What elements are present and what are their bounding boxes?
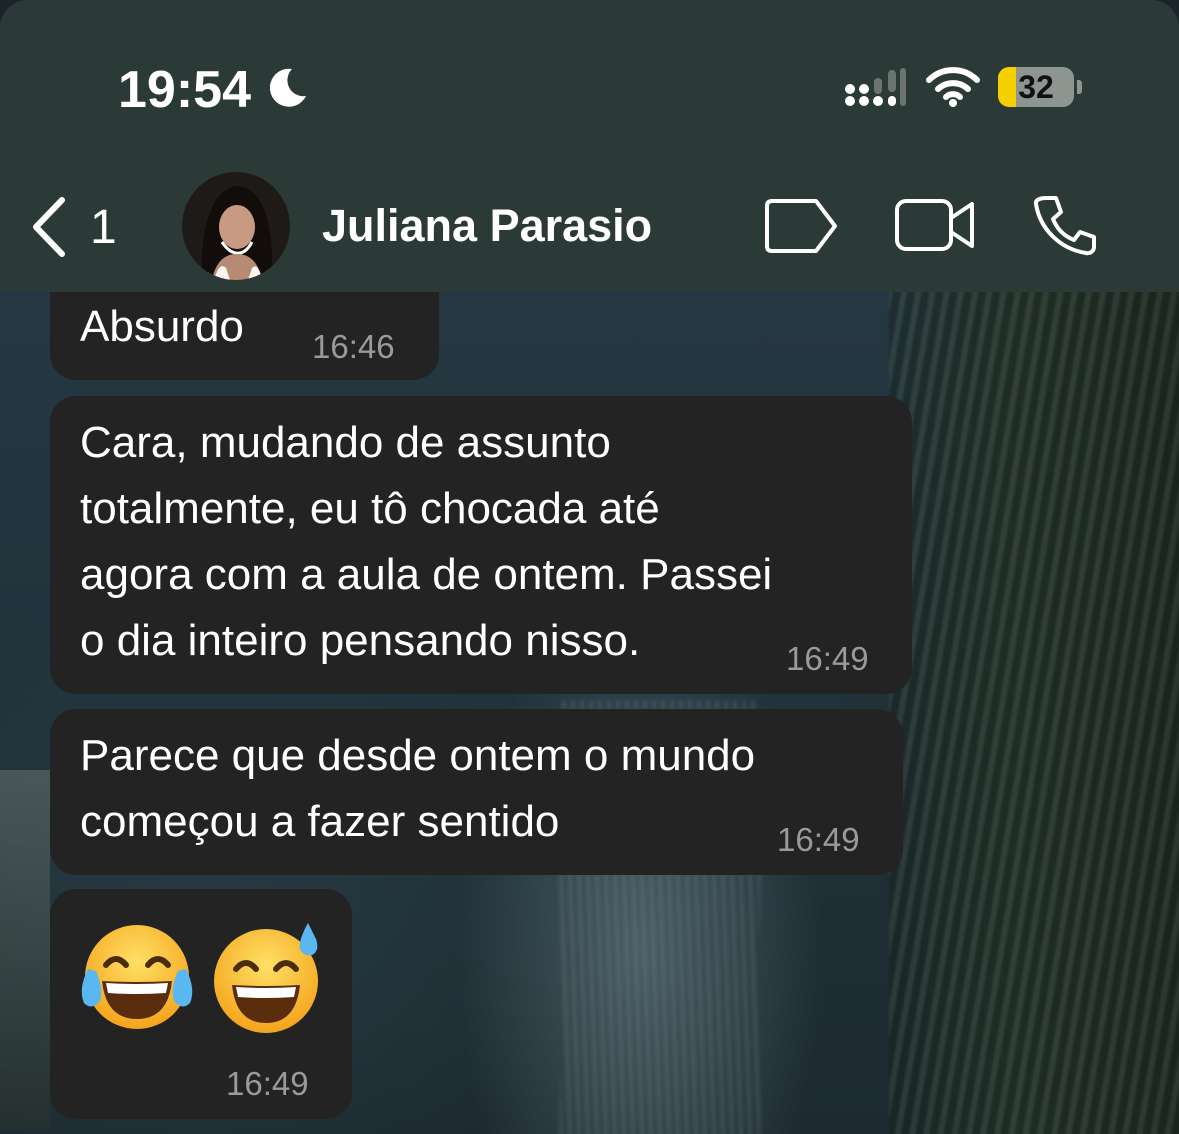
message-time: 16:49 (786, 640, 869, 677)
chevron-left-icon (33, 197, 65, 257)
message-text: Absurdo (80, 302, 244, 351)
message-time: 16:49 (777, 821, 860, 858)
moon-icon (269, 68, 306, 107)
signal-icon (845, 68, 906, 106)
message-bubble[interactable]: Absurdo 16:46 (50, 282, 439, 380)
chat-header: 19:54 32 1 Juliana Parasio (0, 0, 1179, 292)
avatar-photo (182, 172, 290, 280)
message-time: 16:49 (226, 1065, 309, 1102)
label-tag-icon[interactable] (764, 198, 838, 254)
contact-name[interactable]: Juliana Parasio (322, 200, 652, 252)
phone-icon[interactable] (1032, 194, 1098, 256)
battery-cap (1077, 80, 1082, 94)
message-time: 16:46 (312, 328, 395, 365)
wallpaper-cliff (889, 280, 1179, 1134)
battery-level: 32 (1018, 69, 1054, 105)
chat-screen: 19:54 32 1 Juliana Parasio Absurdo 16:46… (0, 0, 1179, 1134)
message-bubble[interactable]: 16:49 (50, 889, 352, 1119)
face-with-tears-of-joy-icon (81, 925, 193, 1029)
message-text: Parece que desde ontem o mundo começou a… (80, 731, 756, 846)
message-text: Cara, mudando de assunto totalmente, eu … (80, 418, 773, 665)
video-camera-icon[interactable] (894, 198, 976, 252)
wifi-icon (926, 67, 980, 107)
back-button[interactable]: 1 (22, 192, 132, 262)
message-bubble[interactable]: Parece que desde ontem o mundo começou a… (50, 709, 903, 875)
battery-icon: 32 (998, 67, 1074, 107)
grinning-face-with-sweat-icon (214, 923, 318, 1033)
message-bubble[interactable]: Cara, mudando de assunto totalmente, eu … (50, 396, 912, 694)
wallpaper-house (0, 770, 50, 1130)
unread-count: 1 (90, 201, 117, 254)
avatar[interactable] (182, 172, 290, 280)
status-time: 19:54 (118, 61, 251, 119)
